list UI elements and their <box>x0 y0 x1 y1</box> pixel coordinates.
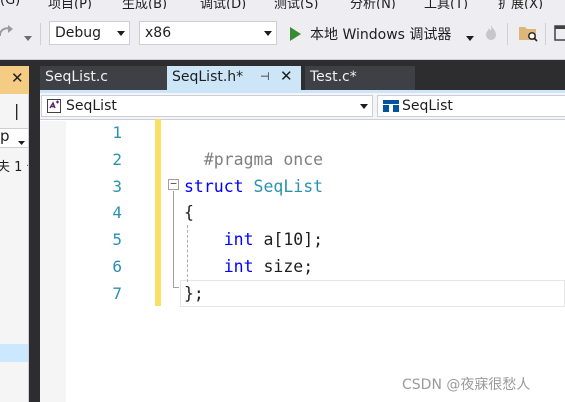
document-tab-strip: SeqList.c SeqList.h* ⊣ ✕ Test.c* <box>40 60 565 90</box>
code-text: a[10]; <box>253 230 324 249</box>
member-dropdown[interactable]: SeqList <box>377 95 565 117</box>
code-text: }; <box>184 284 204 303</box>
solution-summary-text: 夫 1 个 <box>0 160 29 175</box>
toolbar-separator <box>545 23 546 45</box>
code-line-6[interactable]: int size; <box>184 253 313 280</box>
code-text: { <box>184 203 194 222</box>
platform-value: x86 <box>145 25 172 41</box>
keyword: int <box>223 257 254 276</box>
change-tracking-bar <box>155 119 161 306</box>
pin-icon[interactable]: ⊣ <box>260 70 270 83</box>
code-line-4[interactable]: { <box>184 199 194 226</box>
menu-item-test[interactable]: 测试(S) <box>274 0 318 9</box>
window-icon[interactable] <box>553 23 565 43</box>
struct-icon <box>383 100 399 112</box>
search-solution-box[interactable]: p <box>0 127 29 148</box>
folder-search-icon[interactable] <box>518 23 538 43</box>
code-line-3[interactable]: struct SeqList <box>184 173 323 200</box>
chevron-down-icon <box>117 31 125 36</box>
current-line-highlight <box>180 280 565 307</box>
line-number: 1 <box>112 123 122 142</box>
code-line-7[interactable]: }; <box>184 280 204 307</box>
solution-explorer-panel: ✕ | p 夫 1 个 <box>0 60 29 402</box>
tab-label: Test.c* <box>310 69 357 85</box>
line-number: 7 <box>112 284 122 303</box>
code-line-5[interactable]: int a[10]; <box>184 226 323 253</box>
tab-label: SeqList.c <box>45 69 109 85</box>
tab-seqlist-c[interactable]: SeqList.c <box>40 66 167 90</box>
menu-item-project[interactable]: 项目(P) <box>48 0 92 9</box>
menu-item-extensions[interactable]: 扩展(X) <box>498 0 543 9</box>
toolbar-separator <box>507 23 508 45</box>
outline-guide <box>173 191 174 287</box>
keyword: int <box>223 230 254 249</box>
keyword: struct <box>184 177 244 196</box>
line-number: 3 <box>112 177 122 196</box>
collapse-icon[interactable]: − <box>168 178 179 190</box>
configuration-value: Debug <box>55 25 102 41</box>
chevron-down-icon <box>264 31 272 36</box>
tab-label: SeqList.h* <box>172 69 244 85</box>
line-number: 6 <box>112 257 122 276</box>
menu-item-tools[interactable]: 工具(T) <box>424 0 468 9</box>
redo-icon[interactable] <box>0 23 14 43</box>
member-value: SeqList <box>402 98 453 114</box>
flame-icon[interactable] <box>484 24 498 42</box>
close-icon[interactable]: ✕ <box>280 67 293 85</box>
redo-dropdown-icon[interactable] <box>24 31 32 41</box>
outline-guide-end <box>173 287 179 288</box>
menu-item-view[interactable]: (G) <box>0 0 20 8</box>
panel-active-tab[interactable]: ✕ <box>0 66 29 90</box>
type-name: SeqList <box>253 177 324 196</box>
line-number: 4 <box>112 203 122 222</box>
line-number: 2 <box>112 150 122 169</box>
tab-test-c[interactable]: Test.c* <box>305 66 415 90</box>
code-text: size; <box>253 257 314 276</box>
scope-dropdown[interactable]: SeqList <box>41 95 373 117</box>
code-line-1[interactable]: #pragma once <box>184 119 323 169</box>
menu-item-debug[interactable]: 调试(D) <box>200 0 246 9</box>
glyph-margin[interactable] <box>40 121 66 402</box>
start-debugging-label: 本地 Windows 调试器 <box>310 27 452 43</box>
menu-item-analyze[interactable]: 分析(N) <box>350 0 396 9</box>
scope-value: SeqList <box>66 98 117 114</box>
panel-toolbar-glyph: | <box>14 101 20 120</box>
chevron-down-icon <box>18 135 25 145</box>
preprocessor-directive: #pragma once <box>203 150 324 169</box>
tab-seqlist-h[interactable]: SeqList.h* ⊣ ✕ <box>167 66 301 90</box>
chevron-down-icon <box>466 31 474 41</box>
configuration-dropdown[interactable]: Debug <box>49 21 130 45</box>
menu-item-build[interactable]: 生成(B) <box>122 0 167 9</box>
navigation-bar: SeqList SeqList <box>40 93 565 120</box>
watermark: CSDN @夜寐很愁人 <box>402 377 531 393</box>
close-icon[interactable]: ✕ <box>11 69 24 87</box>
play-icon <box>288 26 302 42</box>
panel-splitter[interactable] <box>29 60 40 402</box>
menu-bar: (G) 项目(P) 生成(B) 调试(D) 测试(S) 分析(N) 工具(T) … <box>0 0 565 9</box>
start-debugging-button[interactable]: 本地 Windows 调试器 <box>286 21 478 47</box>
search-input-text: p <box>0 127 10 145</box>
line-number: 5 <box>112 230 122 249</box>
selected-tree-item[interactable] <box>0 344 29 362</box>
chevron-down-icon <box>360 104 368 109</box>
project-icon <box>47 99 61 113</box>
toolbar: Debug x86 本地 Windows 调试器 <box>0 9 565 60</box>
platform-dropdown[interactable]: x86 <box>139 21 277 45</box>
toolbar-separator <box>40 23 41 45</box>
